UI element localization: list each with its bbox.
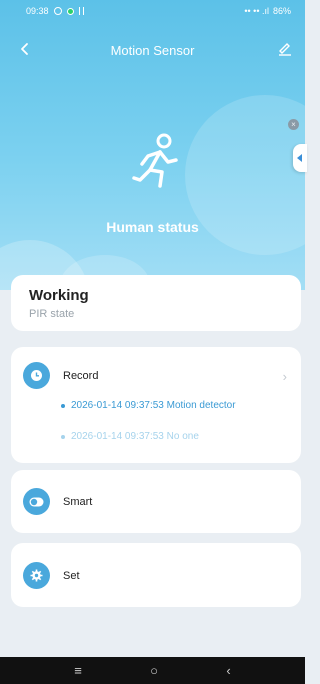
back-icon[interactable]: ‹	[226, 663, 230, 678]
chevron-left-icon[interactable]	[18, 40, 38, 60]
human-status-label: Human status	[106, 219, 199, 235]
set-card[interactable]: Set	[11, 543, 301, 607]
chevron-right-icon: ›	[282, 369, 287, 384]
whatsapp-icon	[53, 7, 62, 15]
side-drawer-handle[interactable]	[293, 144, 307, 172]
smart-card[interactable]: Smart	[11, 470, 301, 533]
bullet-dot	[61, 434, 65, 439]
record-entry: 2026-01-14 09:37:53 No one	[61, 431, 199, 442]
page-title: Motion Sensor	[110, 42, 195, 58]
menu-icon[interactable]: ≡	[74, 663, 82, 678]
record-card[interactable]: Record › 2026-01-14 09:37:53 Motion dete…	[11, 347, 301, 463]
record-entry-text: 2026-01-14 09:37:53 No one	[71, 431, 199, 442]
pir-state-caption: PIR state	[29, 308, 75, 320]
record-entry-text: 2026-01-14 09:37:53 Motion detector	[71, 400, 236, 411]
close-icon[interactable]: ×	[288, 119, 299, 130]
record-row[interactable]: Record	[23, 362, 98, 389]
set-label: Set	[63, 569, 80, 582]
status-time: 09:38	[26, 6, 49, 16]
clock-icon	[23, 362, 50, 389]
home-icon[interactable]: ○	[150, 663, 158, 678]
pir-state-card: Working PIR state	[11, 275, 301, 331]
system-nav-bar: ≡ ○ ‹	[0, 657, 305, 684]
battery-level: 86%	[272, 6, 291, 16]
app-bar: Motion Sensor	[0, 36, 305, 64]
set-row[interactable]: Set	[23, 562, 80, 589]
notification-icon	[66, 7, 74, 15]
status-bar: 09:38 •• •• .ıl 86%	[0, 0, 305, 22]
smart-label: Smart	[63, 495, 93, 508]
smart-row[interactable]: Smart	[23, 488, 92, 515]
signal-indicators: •• •• .ıl	[244, 6, 269, 16]
pause-icon	[78, 7, 84, 15]
gear-icon	[23, 562, 50, 589]
record-entry: 2026-01-14 09:37:53 Motion detector	[61, 400, 236, 411]
walking-person-icon	[130, 132, 184, 196]
pir-state-value: Working	[29, 287, 89, 304]
toggle-icon	[23, 488, 50, 515]
record-label: Record	[63, 369, 99, 382]
bullet-dot	[61, 403, 65, 408]
edit-pen-icon[interactable]	[277, 40, 297, 60]
